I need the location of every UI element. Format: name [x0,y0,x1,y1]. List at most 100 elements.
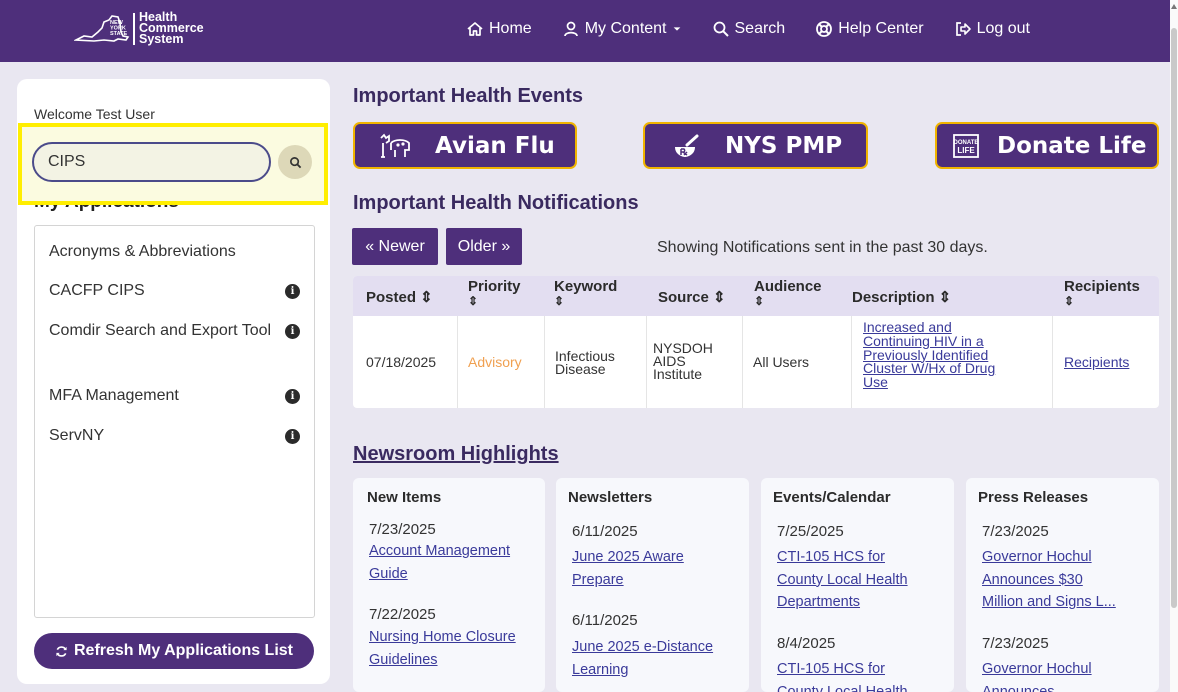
col-description[interactable]: Description ⇕ [852,290,951,305]
news-link-line: Nursing Home Closure [369,629,516,645]
app-item-label: Comdir Search and Export Tool [49,322,272,339]
news-date: 7/23/2025 [982,635,1049,652]
nav-search[interactable]: Search [712,20,785,38]
news-column-newsletters: Newsletters 6/11/2025 June 2025 Aware Pr… [556,478,749,692]
page-scrollbar[interactable] [1170,0,1178,692]
news-link[interactable]: CTI-105 HCS for County Local Health Depa… [777,546,937,614]
app-item-acronyms[interactable]: Acronyms & Abbreviations [49,239,300,265]
avian-flu-button[interactable]: Avian Flu [353,122,577,169]
news-column-header: Press Releases [978,489,1089,506]
news-link-line: CTI-105 HCS for [777,661,885,677]
nav-home-label: Home [489,20,532,37]
info-icon[interactable]: i [285,283,300,299]
col-priority-label: Priority [468,278,521,295]
column-divider [742,316,743,408]
news-column-new-items: New Items 7/23/2025 Account Management G… [353,478,545,692]
news-link[interactable]: Account Management Guide [369,540,529,585]
description-line: Use [863,374,888,391]
recipients-link[interactable]: Recipients [1064,355,1129,369]
news-link-line: Announces [982,683,1055,692]
col-posted[interactable]: Posted ⇕ [366,290,433,305]
nav-help-center[interactable]: Help Center [815,20,924,38]
app-item-servny[interactable]: ServNY i [49,423,300,449]
news-column-header: Newsletters [568,489,653,506]
scrollbar-thumb[interactable] [1171,28,1177,608]
info-icon[interactable]: i [285,323,300,339]
nav-home[interactable]: Home [466,20,532,38]
description-link[interactable]: Increased and Continuing HIV in a Previo… [863,320,995,391]
app-item-comdir[interactable]: Comdir Search and Export Tool i [49,318,300,344]
info-icon[interactable]: i [285,388,300,404]
news-link-line: Governor Hochul [982,549,1092,565]
search-icon [713,21,729,37]
refresh-applications-button[interactable]: Refresh My Applications List [34,633,314,669]
news-link[interactable]: Governor Hochul Announces $30 Million an… [982,546,1142,614]
column-divider [851,316,852,408]
app-item-cacfp-cips[interactable]: CACFP CIPS i [49,278,300,304]
nav-my-content[interactable]: My Content [562,20,682,38]
app-item-label: CACFP CIPS [49,282,145,299]
newer-button[interactable]: « Newer [352,228,438,265]
news-date: 6/11/2025 [572,523,638,540]
nav-log-out[interactable]: Log out [954,20,1030,38]
prescription-icon [675,134,699,157]
older-button[interactable]: Older » [446,228,522,265]
state-text-line-3: STATE [110,31,128,37]
cell-source-line: Institute [653,366,703,382]
news-link[interactable]: Nursing Home Closure Guidelines [369,626,529,671]
nys-pmp-button[interactable]: NYS PMP [643,122,868,169]
news-date: 7/23/2025 [369,521,436,538]
news-link[interactable]: June 2025 Aware Prepare [572,546,732,591]
donate-life-button[interactable]: DONATE LIFE Donate Life [935,122,1159,169]
news-link-line: Million and Signs L... [982,594,1116,610]
bird-flu-icon [380,133,410,158]
news-link-line: Guidelines [369,651,438,668]
application-search-button[interactable] [278,145,312,179]
newsroom-highlights-title[interactable]: Newsroom Highlights [353,443,559,466]
col-audience-label: Audience [754,278,822,295]
column-divider [1052,316,1053,408]
cell-source: NYSDOH AIDS Institute [653,341,713,382]
news-link-line: County Local Health [777,571,908,588]
refresh-button-label: Refresh My Applications List [74,642,293,659]
refresh-icon [56,645,67,657]
app-item-label: MFA Management [49,387,179,404]
sort-icon: ⇕ [554,294,565,308]
news-date: 6/11/2025 [572,612,638,629]
logo-text: Health Commerce System [139,11,204,46]
column-divider [457,316,458,408]
col-keyword[interactable]: Keyword ⇕ [554,279,617,309]
hcs-logo[interactable]: NEW YORK STATE Health Commerce System [74,11,204,46]
showing-notifications-text: Showing Notifications sent in the past 3… [657,239,988,256]
sort-icon: ⇕ [1064,294,1075,308]
news-link[interactable]: CTI-105 HCS for County Local Health [777,658,937,692]
life-ring-icon [816,21,833,37]
news-link-line: CTI-105 HCS for [777,549,885,565]
col-source[interactable]: Source ⇕ [658,290,726,305]
nav-log-out-label: Log out [976,20,1030,37]
news-link[interactable]: June 2025 e-Distance Learning [572,636,732,681]
nav-my-content-label: My Content [584,20,667,37]
main-nav: Home My Content Search Help Center Log o… [466,20,1030,38]
col-recipients[interactable]: Recipients ⇕ [1064,279,1140,309]
scroll-up-arrow-icon[interactable] [1171,4,1177,9]
app-item-mfa-management[interactable]: MFA Management i [49,383,300,409]
home-icon [467,22,483,36]
news-link-line: Prepare [572,571,624,588]
col-audience[interactable]: Audience ⇕ [754,279,822,309]
health-notifications-title: Important Health Notifications [353,192,639,214]
col-priority[interactable]: Priority ⇕ [468,279,521,309]
column-divider [646,316,647,408]
news-link[interactable]: Governor Hochul Announces [982,658,1142,692]
donate-life-label: Donate Life [997,132,1147,159]
info-icon[interactable]: i [285,428,300,444]
health-events-title: Important Health Events [353,85,584,107]
app-item-label: ServNY [49,427,105,444]
news-link-line: Departments [777,594,861,610]
cell-keyword: Infectious Disease [555,349,615,376]
news-column-press-releases: Press Releases 7/23/2025 Governor Hochul… [966,478,1159,692]
logo-line-system: System [139,32,184,46]
application-search-input[interactable] [32,142,271,182]
news-column-header: New Items [367,489,442,506]
news-column-header: Events/Calendar [773,489,891,506]
